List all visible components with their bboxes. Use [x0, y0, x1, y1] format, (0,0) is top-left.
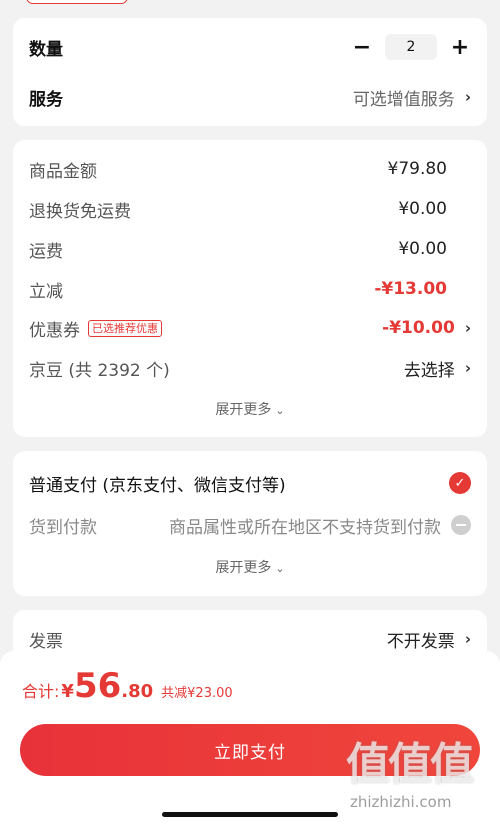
- cod-note: 商品属性或所在地区不支持货到付款: [169, 513, 471, 538]
- plus-button[interactable]: +: [449, 35, 471, 60]
- quantity-stepper: − 2 +: [351, 34, 471, 60]
- home-indicator: [162, 812, 338, 817]
- chevron-right-icon: ›: [464, 630, 471, 648]
- instant-discount-value: -¥13.00: [374, 279, 447, 299]
- coupon-value: -¥10.00 ›: [382, 318, 471, 338]
- invoice-label: 发票: [29, 631, 63, 652]
- subtotal-label: 商品金额: [29, 161, 97, 182]
- price-row-return-shipping: 退换货免运费 ¥0.00: [29, 196, 471, 222]
- disabled-minus-icon: [451, 515, 471, 535]
- checkout-bar: 合计: ¥ 56 .80 共减¥23.00 立即支付: [0, 651, 500, 828]
- checkmark-icon[interactable]: ✓: [449, 472, 471, 494]
- chevron-down-icon: ⌄: [275, 562, 285, 575]
- jd-beans-label: 京豆 (共 2392 个): [29, 360, 170, 381]
- price-expand-more[interactable]: 展开更多 ⌄: [13, 399, 487, 419]
- quantity-input[interactable]: 2: [385, 34, 437, 60]
- normal-pay-label: 普通支付 (京东支付、微信支付等): [29, 475, 286, 496]
- payment-card: 普通支付 (京东支付、微信支付等) ✓ 货到付款 商品属性或所在地区不支持货到付…: [13, 451, 487, 596]
- chevron-right-icon: ›: [464, 319, 471, 337]
- chevron-right-icon: ›: [464, 88, 471, 106]
- chevron-right-icon: ›: [464, 359, 471, 377]
- return-shipping-value: ¥0.00: [398, 199, 447, 219]
- expand-more-label: 展开更多: [215, 402, 272, 418]
- expand-more-label: 展开更多: [215, 560, 272, 576]
- price-row-coupon[interactable]: 优惠券 已选推荐优惠 -¥10.00 ›: [29, 315, 471, 341]
- price-row-shipping: 运费 ¥0.00: [29, 236, 471, 262]
- jd-beans-value-text: 去选择: [403, 360, 455, 381]
- coupon-value-text: -¥10.00: [382, 318, 455, 338]
- pay-now-button[interactable]: 立即支付: [20, 724, 480, 776]
- chevron-down-icon: ⌄: [275, 404, 285, 417]
- recommended-coupon-tag: 已选推荐优惠: [88, 319, 162, 337]
- price-row-subtotal: 商品金额 ¥79.80: [29, 156, 471, 182]
- total-discount: 共减¥23.00: [161, 686, 233, 701]
- price-row-instant-discount: 立减 -¥13.00: [29, 276, 471, 302]
- invoice-value: 不开发票 ›: [387, 627, 471, 652]
- shipping-label: 运费: [29, 241, 63, 262]
- price-row-jd-beans[interactable]: 京豆 (共 2392 个) 去选择 ›: [29, 355, 471, 381]
- quantity-row: 数量 − 2 +: [29, 34, 471, 60]
- total-decimal: .80: [121, 681, 154, 702]
- coupon-label: 优惠券: [29, 320, 80, 341]
- service-value: 可选增值服务 ›: [353, 85, 471, 110]
- total-label: 合计:: [22, 682, 60, 701]
- invoice-value-text: 不开发票: [386, 631, 455, 652]
- quantity-service-card: 数量 − 2 + 服务 可选增值服务 ›: [13, 18, 487, 126]
- service-value-text: 可选增值服务: [352, 89, 455, 110]
- total-currency: ¥: [61, 681, 74, 702]
- subtotal-value: ¥79.80: [387, 159, 447, 179]
- cod-note-text: 商品属性或所在地区不支持货到付款: [169, 517, 441, 538]
- invoice-row[interactable]: 发票 不开发票 ›: [29, 626, 471, 652]
- cod-label: 货到付款: [29, 517, 97, 538]
- service-row[interactable]: 服务 可选增值服务 ›: [29, 84, 471, 110]
- coupon-label-group: 优惠券 已选推荐优惠: [29, 316, 162, 341]
- jd-beans-value: 去选择 ›: [404, 356, 471, 381]
- minus-button[interactable]: −: [351, 35, 373, 60]
- payment-option-normal[interactable]: 普通支付 (京东支付、微信支付等) ✓: [29, 470, 471, 496]
- total-integer: 56: [73, 666, 122, 706]
- shipping-value: ¥0.00: [398, 239, 447, 259]
- return-shipping-label: 退换货免运费: [29, 201, 131, 222]
- top-partial-badge: [26, 0, 128, 4]
- payment-expand-more[interactable]: 展开更多 ⌄: [13, 557, 487, 577]
- service-label: 服务: [29, 89, 63, 110]
- instant-discount-label: 立减: [29, 281, 63, 302]
- quantity-label: 数量: [29, 39, 63, 60]
- order-total: 合计: ¥ 56 .80 共减¥23.00: [22, 666, 233, 706]
- price-card: 商品金额 ¥79.80 退换货免运费 ¥0.00 运费 ¥0.00 立减 -¥1…: [13, 140, 487, 437]
- payment-option-cod: 货到付款 商品属性或所在地区不支持货到付款: [29, 512, 471, 538]
